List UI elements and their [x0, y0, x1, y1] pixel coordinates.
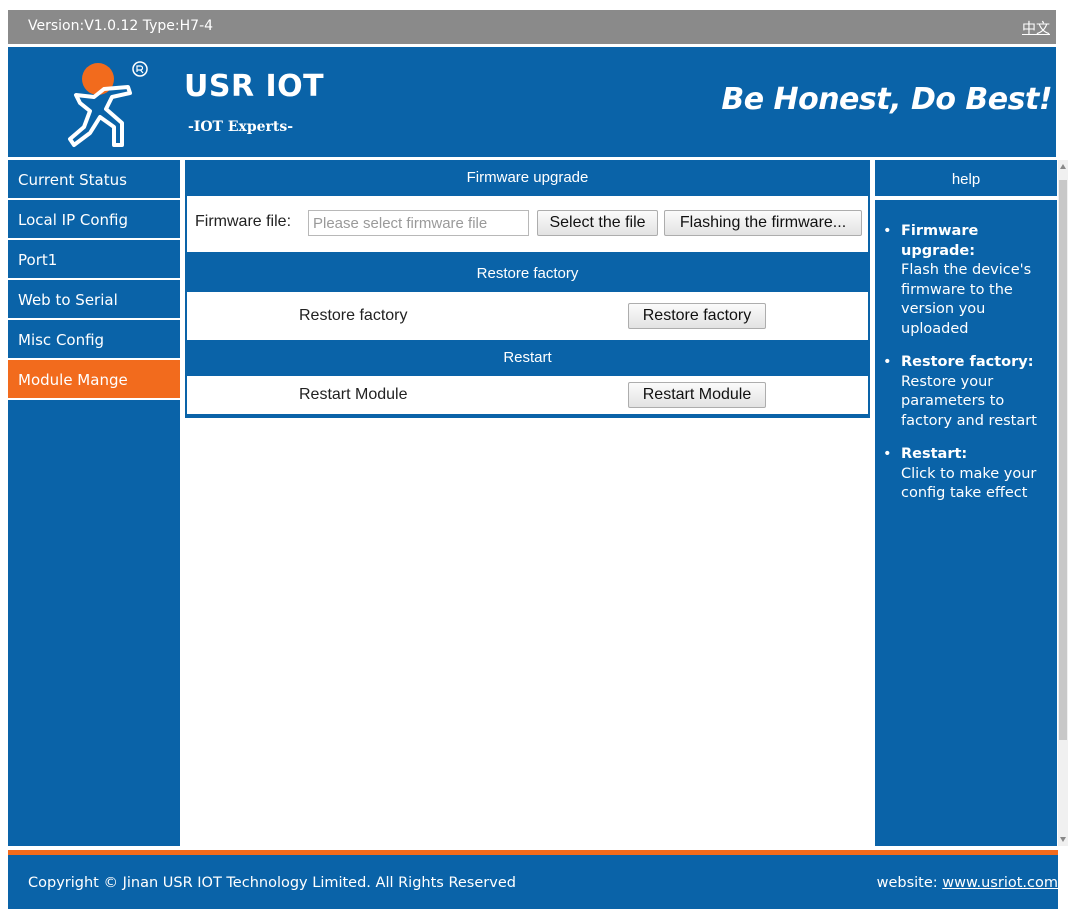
- firmware-file-label: Firmware file:: [195, 213, 292, 230]
- scrollbar-thumb[interactable]: [1059, 180, 1067, 740]
- bullet-icon: •: [883, 446, 892, 462]
- sidebar-item-current-status[interactable]: Current Status: [8, 160, 180, 200]
- help-term: Restart:: [901, 446, 968, 462]
- restore-factory-button[interactable]: Restore factory: [628, 303, 766, 329]
- help-term: Firmware upgrade:: [901, 223, 979, 259]
- slogan: Be Honest, Do Best!: [721, 82, 1052, 117]
- select-file-button[interactable]: Select the file: [537, 210, 658, 236]
- help-scrollbar[interactable]: [1058, 160, 1068, 846]
- website-link[interactable]: www.usriot.com: [942, 875, 1058, 891]
- main-panel: Firmware upgrade Firmware file: Select t…: [185, 160, 870, 418]
- sidebar-item-module-mange[interactable]: Module Mange: [8, 360, 180, 400]
- brand-subtitle: -IOT Experts-: [188, 119, 294, 135]
- header-banner: USR IOT -IOT Experts- Be Honest, Do Best…: [8, 47, 1056, 157]
- restore-row: Restore factory Restore factory: [187, 292, 868, 340]
- firmware-file-input[interactable]: [308, 210, 529, 236]
- sidebar-item-port1[interactable]: Port1: [8, 240, 180, 280]
- sidebar-item-local-ip-config[interactable]: Local IP Config: [8, 200, 180, 240]
- help-desc: Click to make your config take effect: [901, 465, 1037, 502]
- restart-section-title: Restart: [503, 349, 552, 366]
- restart-module-button[interactable]: Restart Module: [628, 382, 766, 408]
- sidebar-item-misc-config[interactable]: Misc Config: [8, 320, 180, 360]
- restore-factory-label: Restore factory: [299, 307, 408, 324]
- restart-module-label: Restart Module: [299, 386, 408, 403]
- scroll-up-arrow-icon[interactable]: [1060, 164, 1066, 169]
- help-desc: Flash the device's firmware to the versi…: [901, 262, 1032, 337]
- help-term: Restore factory:: [901, 354, 1034, 370]
- copyright-text: Copyright © Jinan USR IOT Technology Lim…: [28, 875, 516, 891]
- flash-firmware-button[interactable]: Flashing the firmware...: [664, 210, 862, 236]
- help-title: help: [875, 160, 1057, 200]
- top-bar: Version:V1.0.12 Type:H7-4 中文: [8, 10, 1056, 44]
- help-list: • Firmware upgrade: Flash the device's f…: [875, 200, 1057, 504]
- website-info: website: www.usriot.com: [877, 875, 1058, 891]
- help-item: • Restore factory: Restore your paramete…: [883, 353, 1043, 431]
- website-label: website:: [876, 875, 938, 891]
- sidebar-nav: Current Status Local IP Config Port1 Web…: [8, 160, 180, 846]
- footer: Copyright © Jinan USR IOT Technology Lim…: [8, 850, 1058, 909]
- running-man-logo-icon: [68, 61, 148, 147]
- scroll-down-arrow-icon[interactable]: [1060, 837, 1066, 842]
- help-desc: Restore your parameters to factory and r…: [901, 373, 1037, 429]
- restart-row: Restart Module Restart Module: [187, 376, 868, 414]
- bullet-icon: •: [883, 354, 892, 370]
- firmware-row: Firmware file: Select the file Flashing …: [187, 196, 868, 252]
- help-item: • Restart: Click to make your config tak…: [883, 445, 1043, 504]
- help-panel: help • Firmware upgrade: Flash the devic…: [875, 160, 1057, 846]
- language-switch-link[interactable]: 中文: [1022, 18, 1050, 38]
- restore-section-title: Restore factory: [476, 265, 579, 282]
- version-info: Version:V1.0.12 Type:H7-4: [28, 18, 214, 34]
- firmware-section-title: Firmware upgrade: [466, 169, 589, 186]
- bullet-icon: •: [883, 223, 892, 239]
- sidebar-item-web-to-serial[interactable]: Web to Serial: [8, 280, 180, 320]
- brand-name: USR IOT: [184, 69, 325, 104]
- help-item: • Firmware upgrade: Flash the device's f…: [883, 222, 1043, 339]
